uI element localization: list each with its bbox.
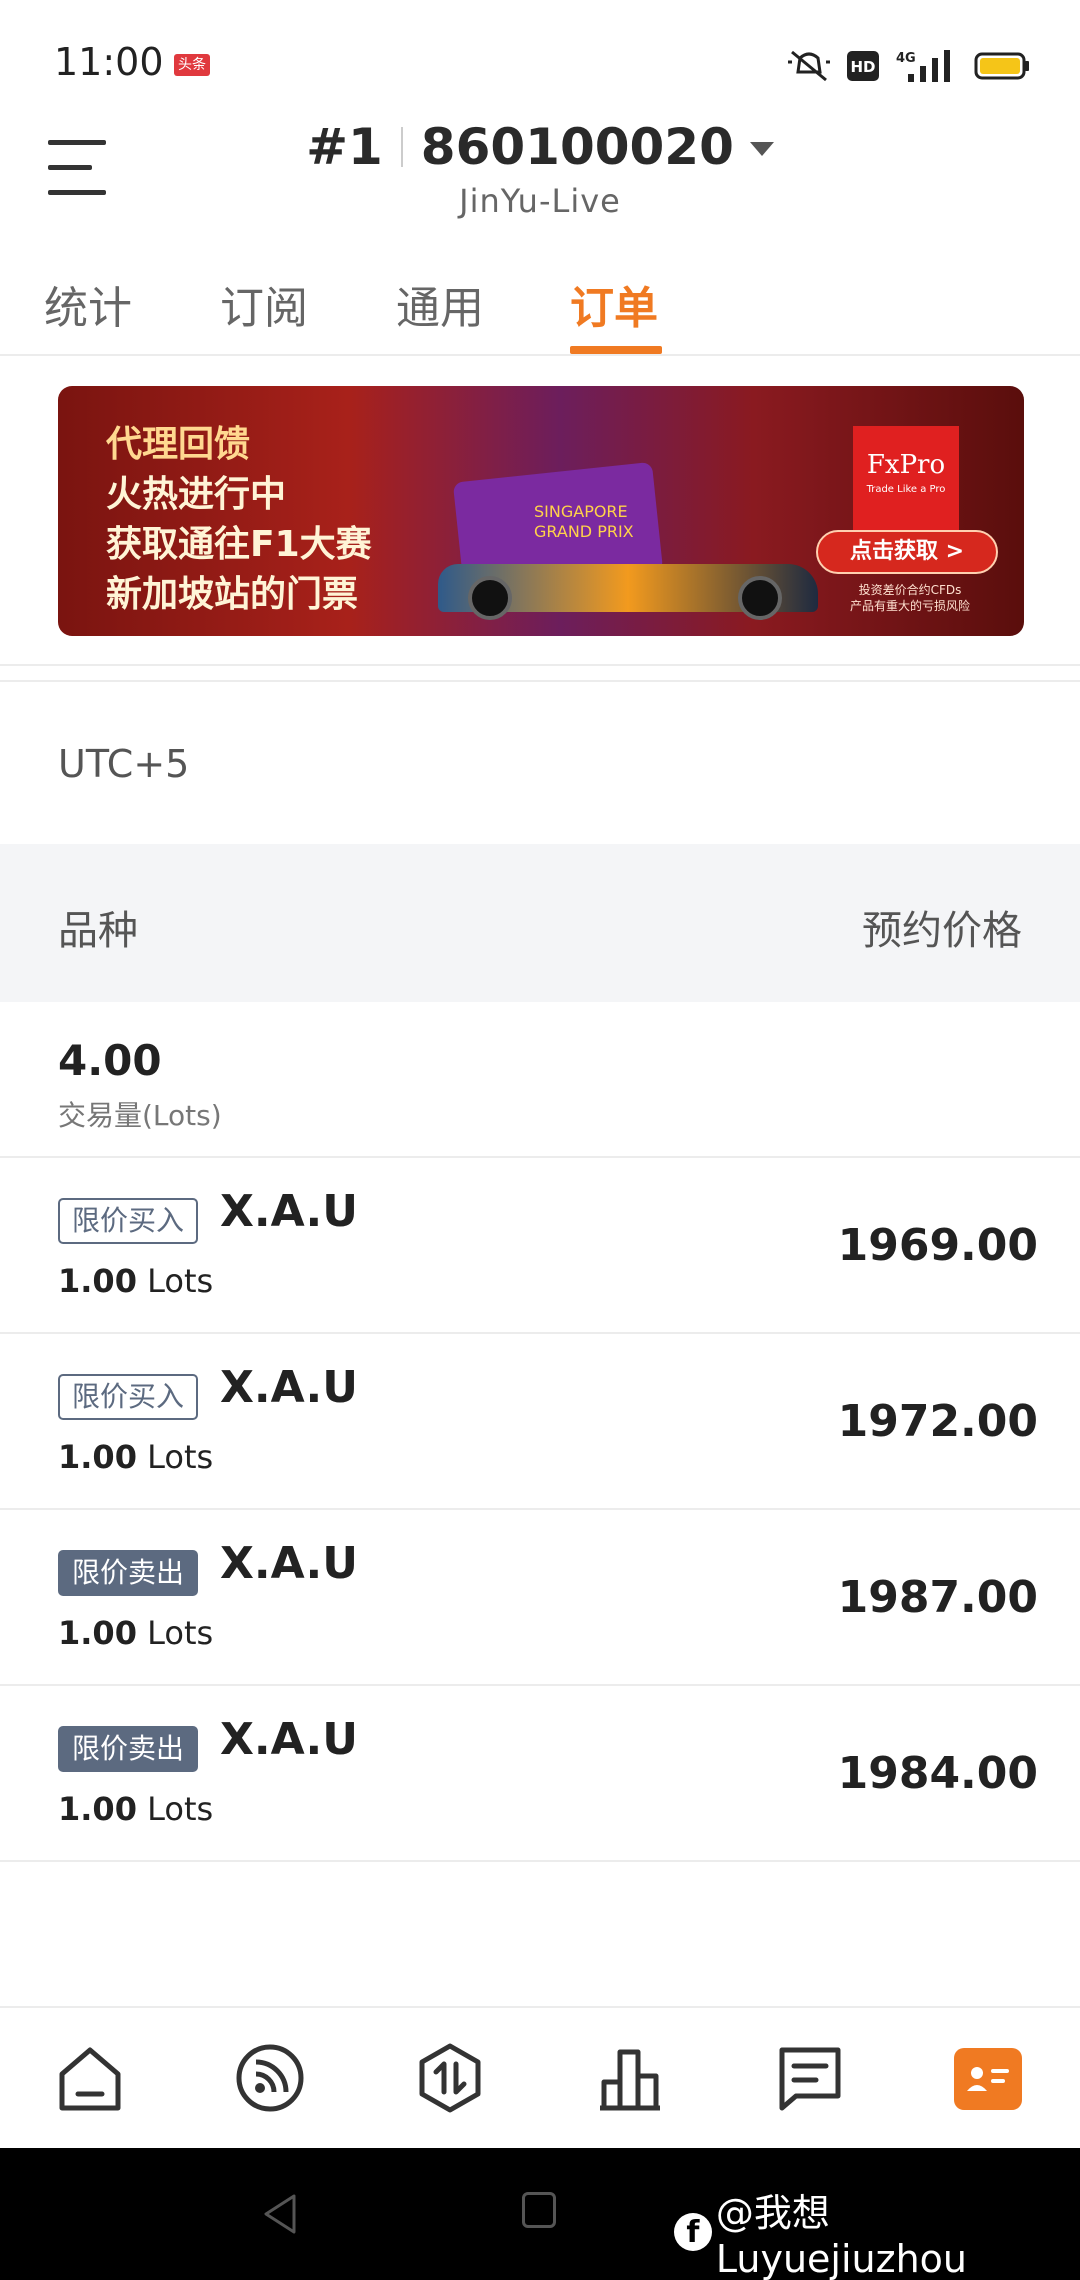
trade-icon (419, 2043, 481, 2113)
order-row[interactable]: 限价买入 X.A.U 1.00 Lots 1972.00 (0, 1334, 1080, 1510)
lots-unit: Lots (147, 1438, 214, 1476)
lots-value: 1.00 (58, 1790, 137, 1828)
timezone-label: UTC+5 (58, 742, 190, 786)
lots-value: 1.00 (58, 1438, 137, 1476)
car-wheel (738, 576, 782, 620)
chart-icon (600, 2049, 660, 2111)
order-symbol: X.A.U (220, 1714, 358, 1765)
order-row[interactable]: 限价卖出 X.A.U 1.00 Lots 1984.00 (0, 1686, 1080, 1862)
4g-signal-icon: 4G (896, 50, 950, 82)
order-price: 1969.00 (837, 1220, 1038, 1271)
nav-home[interactable] (50, 2038, 130, 2118)
nav-messages[interactable] (770, 2038, 850, 2118)
svg-text:HD: HD (850, 58, 875, 76)
risk-line: 产品有重大的亏损风险 (849, 599, 970, 613)
tab-statistics[interactable]: 统计 (44, 272, 132, 336)
account-title[interactable]: #1 860100020 (306, 118, 774, 176)
volume-summary: 4.00 交易量(Lots) (0, 1002, 1080, 1158)
nav-account[interactable] (954, 2048, 1022, 2110)
bottom-nav (0, 2006, 1080, 2148)
order-row[interactable]: 限价卖出 X.A.U 1.00 Lots 1987.00 (0, 1510, 1080, 1686)
car-wheel (468, 576, 512, 620)
order-symbol: X.A.U (220, 1186, 358, 1237)
home-button-icon[interactable] (522, 2192, 556, 2228)
order-price: 1972.00 (837, 1396, 1038, 1447)
watermark: f @我想Luyuejiuzhou (674, 2182, 1080, 2280)
account-index: #1 (306, 118, 383, 176)
logo-tagline: Trade Like a Pro (866, 484, 946, 495)
nav-trade[interactable] (410, 2038, 490, 2118)
tab-orders[interactable]: 订单 (570, 272, 658, 336)
total-volume: 4.00 (58, 1036, 162, 1085)
banner-cta-button[interactable]: 点击获取 > (816, 530, 998, 574)
order-type-tag: 限价卖出 (58, 1550, 199, 1596)
order-lots: 1.00 Lots (58, 1614, 213, 1652)
nav-chart[interactable] (590, 2038, 670, 2118)
tab-subscribe[interactable]: 订阅 (220, 272, 308, 336)
order-lots: 1.00 Lots (58, 1438, 213, 1476)
tab-general[interactable]: 通用 (396, 272, 484, 336)
caret-down-icon (749, 142, 774, 156)
banner-line: 代理回馈 (106, 424, 251, 465)
active-tab-indicator (570, 346, 662, 354)
ticket-line: GRAND PRIX (534, 522, 634, 541)
news-app-badge: 头条 (174, 54, 210, 76)
order-lots: 1.00 Lots (58, 1790, 213, 1828)
account-selector[interactable]: #1 860100020 JinYu-Live (0, 118, 1080, 220)
banner-headline: 代理回馈 火热进行中 获取通往F1大赛 新加坡站的门票 (106, 420, 372, 620)
lots-value: 1.00 (58, 1262, 137, 1300)
ticket-line: SINGAPORE (534, 502, 628, 521)
promo-banner[interactable]: 代理回馈 火热进行中 获取通往F1大赛 新加坡站的门票 SINGAPORE GR… (58, 386, 1024, 636)
table-header: 品种 预约价格 (0, 844, 1080, 1002)
nav-feed[interactable] (230, 2038, 310, 2118)
account-icon (967, 2067, 1009, 2091)
feed-icon (236, 2044, 304, 2112)
status-icons: HD 4G (786, 46, 1030, 86)
column-price: 预约价格 (862, 908, 1022, 954)
order-row[interactable]: 限价买入 X.A.U 1.00 Lots 1969.00 (0, 1158, 1080, 1334)
banner-line: 火热进行中 (106, 474, 287, 515)
order-symbol: X.A.U (220, 1538, 358, 1589)
lots-value: 1.00 (58, 1614, 137, 1652)
server-name: JinYu-Live (459, 182, 621, 220)
status-bar: 11:00 头条 HD 4G (0, 0, 1080, 130)
banner-line: 新加坡站的门票 (106, 574, 359, 615)
message-icon (779, 2047, 841, 2111)
facebook-icon: f (674, 2212, 712, 2251)
order-price: 1984.00 (837, 1748, 1038, 1799)
tab-bar: 统计 订阅 通用 订单 (0, 262, 1080, 356)
lots-unit: Lots (147, 1262, 214, 1300)
column-symbol: 品种 (58, 908, 138, 954)
lots-unit: Lots (147, 1614, 214, 1652)
order-type-tag: 限价卖出 (58, 1726, 199, 1772)
volume-label: 交易量(Lots) (58, 1099, 222, 1132)
system-nav-bar: f @我想Luyuejiuzhou (0, 2148, 1080, 2280)
status-time: 11:00 (54, 40, 164, 84)
mute-icon (788, 50, 830, 82)
hd-icon: HD (847, 51, 879, 81)
lots-unit: Lots (147, 1790, 214, 1828)
network-label: 4G (896, 51, 916, 66)
banner-line: 获取通往F1大赛 (106, 524, 372, 565)
banner-ticket-text: SINGAPORE GRAND PRIX (534, 502, 634, 542)
order-lots: 1.00 Lots (58, 1262, 213, 1300)
risk-notice: 投资差价合约CFDs 产品有重大的亏损风险 (820, 582, 1000, 614)
logo-text: FxPro (866, 450, 946, 480)
account-number: 860100020 (420, 118, 734, 176)
order-price: 1987.00 (837, 1572, 1038, 1623)
home-icon (59, 2047, 121, 2111)
battery-icon (974, 52, 1029, 80)
banner-section: 代理回馈 火热进行中 获取通往F1大赛 新加坡站的门票 SINGAPORE GR… (0, 358, 1080, 666)
risk-line: 投资差价合约CFDs (858, 583, 962, 597)
title-divider (400, 127, 403, 167)
order-symbol: X.A.U (220, 1362, 358, 1413)
order-type-tag: 限价买入 (58, 1374, 199, 1420)
back-icon[interactable] (258, 2190, 302, 2238)
order-type-tag: 限价买入 (58, 1198, 199, 1244)
timezone-row: UTC+5 (0, 680, 1080, 842)
watermark-text: @我想Luyuejiuzhou (715, 2191, 967, 2280)
fxpro-logo: FxPro Trade Like a Pro (853, 426, 959, 532)
